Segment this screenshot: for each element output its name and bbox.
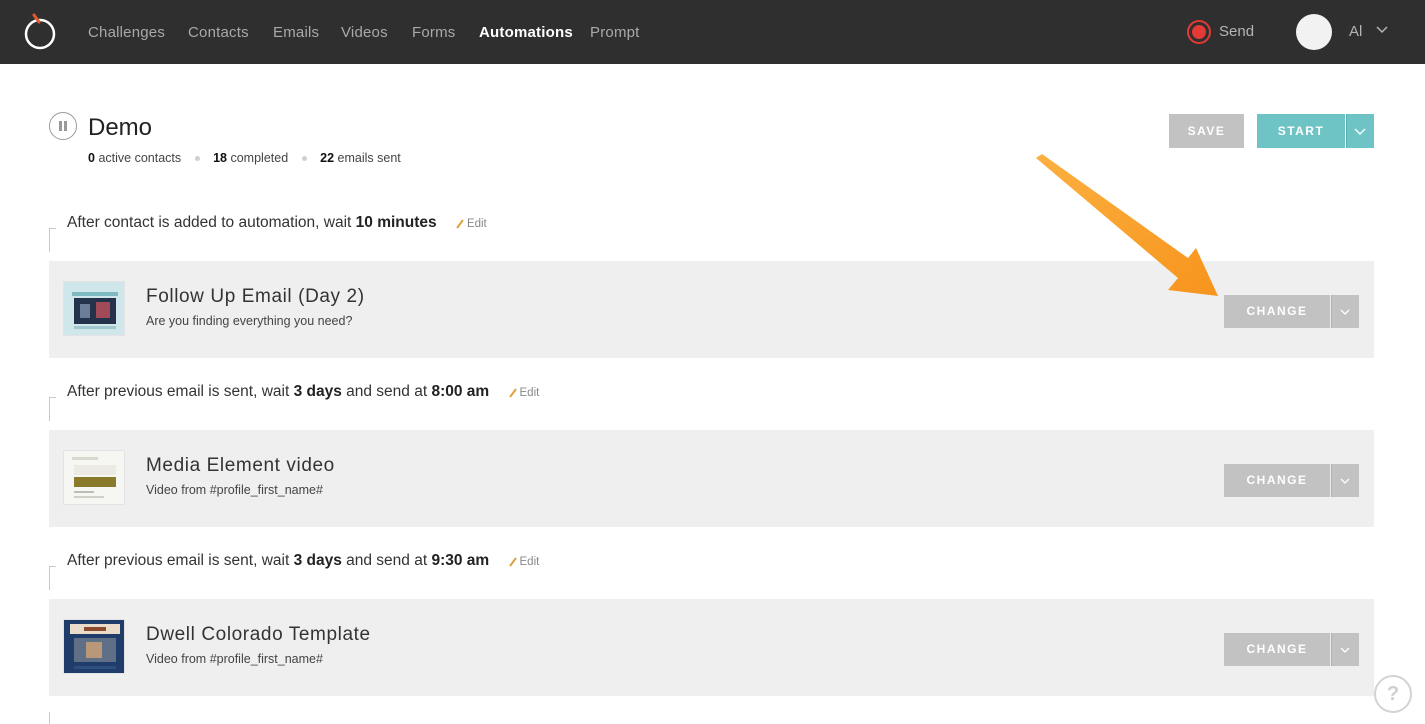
wait-text: After contact is added to automation, wa… [67,214,356,231]
automation-step: Media Element video Video from #profile_… [49,430,1374,527]
separator-dot [301,156,307,162]
user-name[interactable]: Al [1349,23,1362,40]
pause-icon[interactable] [49,112,77,140]
video-thumbnail[interactable] [63,450,125,505]
step-title[interactable]: Media Element video [146,455,335,477]
wait-send-time: 8:00 am [431,383,490,400]
step-title[interactable]: Dwell Colorado Template [146,624,371,646]
step-subtitle: Are you finding everything you need? [146,314,353,328]
email-thumbnail[interactable] [63,281,125,336]
nav-contacts[interactable]: Contacts [188,24,249,41]
automation-stats: 0 active contacts 18 completed 22 emails… [88,151,401,165]
wait-duration: 10 minutes [355,214,437,231]
change-dropdown-button[interactable] [1331,295,1359,328]
connector-line [49,228,56,252]
annotation-arrow-icon [1036,154,1218,296]
wait-text-mid: and send at [341,552,432,569]
logo-icon[interactable] [22,12,58,52]
wait-text-mid: and send at [341,383,432,400]
video-thumbnail[interactable] [63,619,125,674]
emails-sent-label: emails sent [337,151,401,165]
active-contacts-count: 0 [88,151,95,165]
wait-condition: After previous email is sent, wait 3 day… [49,383,649,423]
nav-forms[interactable]: Forms [412,24,456,41]
save-button[interactable]: SAVE [1169,114,1244,148]
step-subtitle: Video from #profile_first_name# [146,652,323,666]
emails-sent-count: 22 [320,151,335,165]
step-subtitle: Video from #profile_first_name# [146,483,323,497]
chevron-down-icon [1331,464,1350,497]
active-contacts-label: active contacts [98,151,182,165]
edit-label: Edit [519,387,540,399]
start-dropdown-button[interactable] [1346,114,1374,148]
wait-duration: 3 days [293,383,342,400]
pencil-icon [508,388,517,398]
separator-dot [194,156,200,162]
change-button[interactable]: CHANGE [1224,464,1330,497]
record-icon[interactable] [1187,20,1211,44]
wait-condition: After contact is added to automation, wa… [49,214,649,254]
change-dropdown-button[interactable] [1331,633,1359,666]
top-navigation: Challenges Contacts Emails Videos Forms … [0,0,1425,64]
start-button[interactable]: START [1257,114,1345,148]
connector-line [49,712,50,724]
page-title: Demo [88,114,153,141]
nav-prompt[interactable]: Prompt [590,24,640,41]
help-button[interactable]: ? [1374,675,1412,713]
automation-step: Dwell Colorado Template Video from #prof… [49,599,1374,696]
completed-label: completed [230,151,289,165]
send-link[interactable]: Send [1219,23,1254,40]
wait-send-time: 9:30 am [431,552,490,569]
wait-duration: 3 days [293,552,342,569]
edit-link[interactable]: Edit [455,218,487,230]
connector-line [49,397,56,421]
wait-condition: After previous email is sent, wait 3 day… [49,552,649,592]
wait-text: After previous email is sent, wait [67,383,294,400]
nav-videos[interactable]: Videos [341,24,388,41]
nav-challenges[interactable]: Challenges [88,24,165,41]
wait-text: After previous email is sent, wait [67,552,294,569]
nav-emails[interactable]: Emails [273,24,319,41]
avatar[interactable] [1296,14,1332,50]
pencil-icon [508,557,517,567]
chevron-down-icon[interactable] [1376,25,1388,35]
edit-label: Edit [466,218,487,230]
edit-label: Edit [519,556,540,568]
change-button[interactable]: CHANGE [1224,295,1330,328]
edit-link[interactable]: Edit [508,387,540,399]
change-button[interactable]: CHANGE [1224,633,1330,666]
nav-automations[interactable]: Automations [479,24,573,41]
step-title[interactable]: Follow Up Email (Day 2) [146,286,365,308]
chevron-down-icon [1331,633,1350,666]
chevron-down-icon [1346,114,1366,148]
chevron-down-icon [1331,295,1350,328]
change-dropdown-button[interactable] [1331,464,1359,497]
pencil-icon [456,219,464,229]
completed-count: 18 [213,151,227,165]
edit-link[interactable]: Edit [508,556,540,568]
connector-line [49,566,56,590]
